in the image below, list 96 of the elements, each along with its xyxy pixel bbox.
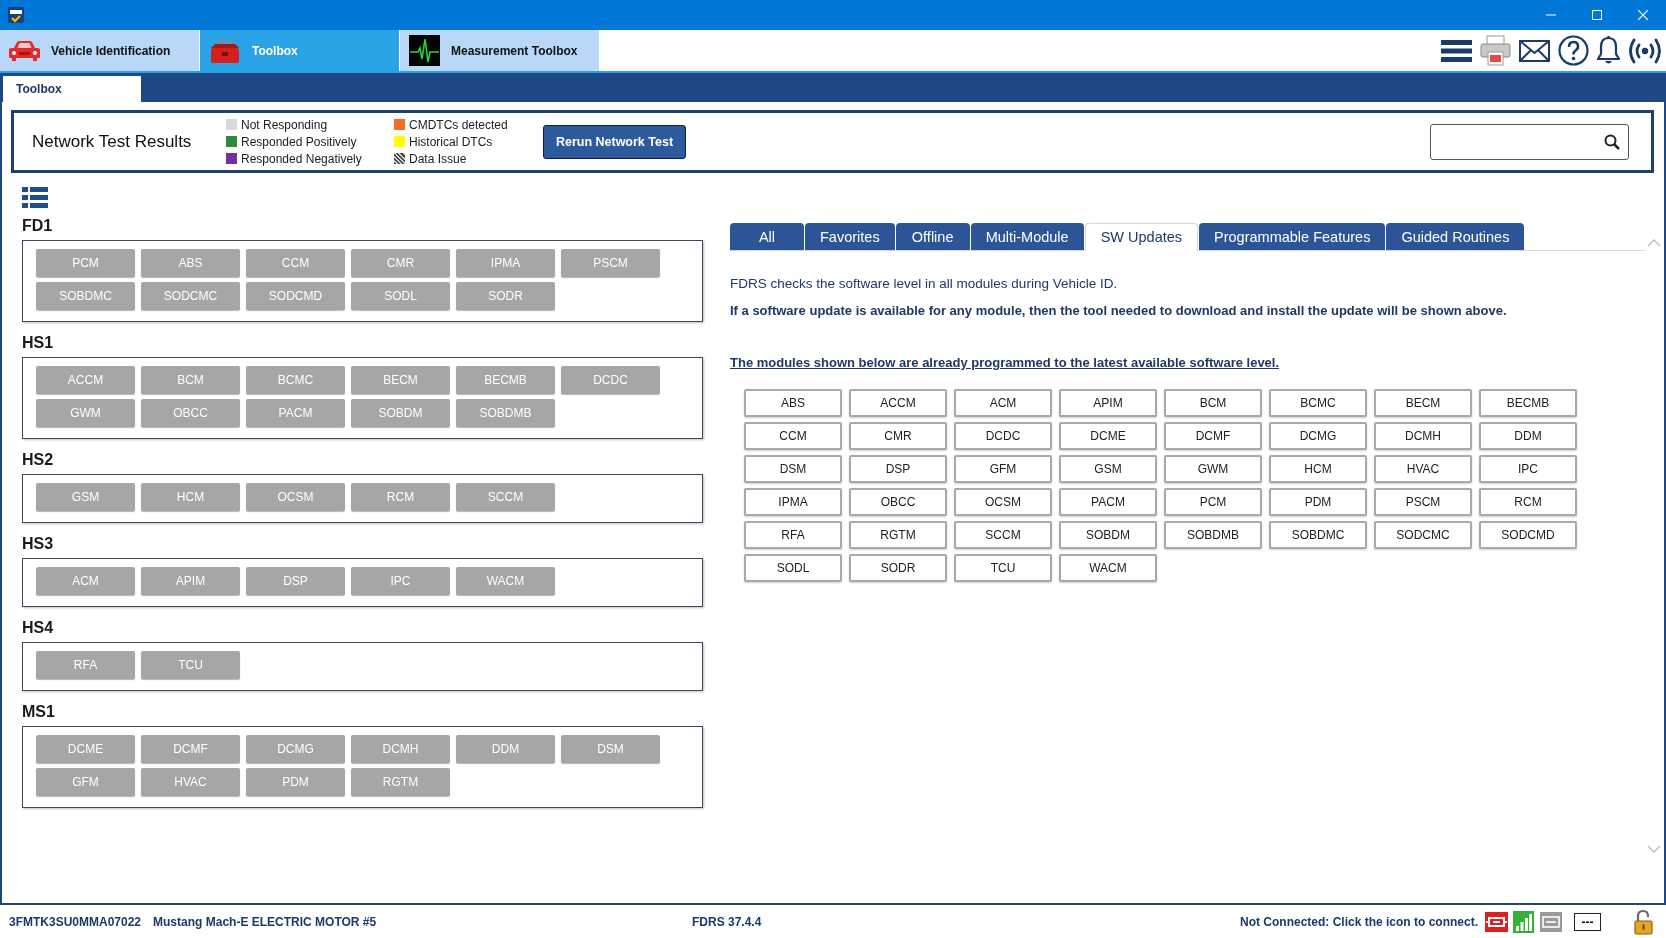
module-button[interactable]: GWM <box>1164 455 1262 483</box>
module-button[interactable]: IPMA <box>744 488 842 516</box>
app-tab[interactable]: Measurement Toolbox <box>400 30 600 71</box>
module-button[interactable]: ACM <box>954 389 1052 417</box>
module-button[interactable]: TCU <box>954 554 1052 582</box>
app-tab[interactable]: Vehicle Identification <box>0 30 200 71</box>
app-logo-icon <box>8 7 24 23</box>
module-button[interactable]: BCMC <box>1269 389 1367 417</box>
legend-label: Historical DTCs <box>409 134 493 149</box>
module-button[interactable]: CCM <box>744 422 842 450</box>
module-button[interactable]: APIM <box>1059 389 1157 417</box>
module-button[interactable]: PACM <box>1059 488 1157 516</box>
category-tab[interactable]: Favorites <box>805 223 895 250</box>
module-button[interactable]: GFM <box>954 455 1052 483</box>
module-button[interactable]: BECM <box>1374 389 1472 417</box>
module-button[interactable]: SOBDM <box>1059 521 1157 549</box>
module-button[interactable]: ABS <box>744 389 842 417</box>
module-button[interactable]: DSP <box>849 455 947 483</box>
module-button[interactable]: DCDC <box>954 422 1052 450</box>
group-label: HS3 <box>22 535 55 553</box>
broadcast-icon[interactable] <box>1628 36 1662 65</box>
printer-icon[interactable] <box>1480 35 1511 66</box>
panel-title: Network Test Results <box>31 131 193 152</box>
legend-label: Responded Negatively <box>241 151 362 166</box>
maximize-icon <box>1592 10 1602 20</box>
search-icon[interactable] <box>1604 133 1620 150</box>
menu-icon[interactable] <box>1441 39 1472 62</box>
notice-text: If a software update is available for any module, then the tool needed to download and install the update will be shown above. <box>730 302 1508 320</box>
help-icon[interactable] <box>1558 35 1589 66</box>
section-heading: The modules shown below are already programmed to the latest available software level. <box>730 354 1280 372</box>
module-button[interactable]: DDM <box>1479 422 1577 450</box>
toolbox-icon <box>209 37 241 64</box>
module-button[interactable]: DCMH <box>1374 422 1472 450</box>
module-button[interactable]: OCSM <box>954 488 1052 516</box>
padlock-icon[interactable] <box>1634 908 1653 935</box>
module-button[interactable]: DCMF <box>1164 422 1262 450</box>
category-tab[interactable]: Programmable Features <box>1199 223 1386 250</box>
category-tab[interactable]: Multi-Module <box>970 223 1084 250</box>
category-tab[interactable]: SW Updates <box>1084 223 1199 251</box>
module-button[interactable]: PDM <box>1269 488 1367 516</box>
module-button[interactable]: SCCM <box>954 521 1052 549</box>
group-label: FD1 <box>22 217 54 235</box>
status-indicator: --- <box>1574 912 1601 931</box>
module-button[interactable]: PCM <box>1164 488 1262 516</box>
module-button[interactable]: SODR <box>849 554 947 582</box>
group-label: MS1 <box>22 703 56 721</box>
connector-icon[interactable] <box>1485 911 1508 932</box>
module-button[interactable]: PSCM <box>1374 488 1472 516</box>
info-text: FDRS checks the software level in all modules during Vehicle ID. <box>730 275 1119 293</box>
app-version: FDRS 37.4.4 <box>692 914 762 929</box>
legend-swatch-icon <box>394 153 405 164</box>
module-button[interactable]: HCM <box>1269 455 1367 483</box>
module-button[interactable]: DSM <box>744 455 842 483</box>
close-icon <box>1638 10 1648 20</box>
vehicle-name: Mustang Mach-E ELECTRIC MOTOR #5 <box>153 914 377 929</box>
group-label: HS2 <box>22 451 55 469</box>
module-button[interactable]: DCME <box>1059 422 1157 450</box>
vin-text: 3FMTK3SU0MMA07022 <box>8 914 142 929</box>
module-button[interactable]: RCM <box>1479 488 1577 516</box>
connection-message: Not Connected: Click the icon to connect. <box>1240 914 1478 929</box>
device-icon <box>1540 911 1562 932</box>
car-icon <box>9 39 40 62</box>
search-field[interactable] <box>1430 123 1629 160</box>
module-button[interactable]: HVAC <box>1374 455 1472 483</box>
module-button[interactable]: BCM <box>1164 389 1262 417</box>
waveform-icon <box>409 35 440 66</box>
group-label: HS4 <box>22 619 55 637</box>
legend-label: Responded Positively <box>241 134 357 149</box>
module-button[interactable]: IPC <box>1479 455 1577 483</box>
group-label: HS1 <box>22 334 55 352</box>
category-tab[interactable]: All <box>730 223 804 250</box>
module-button[interactable]: SOBDMB <box>1164 521 1262 549</box>
signal-bars-icon <box>1513 910 1534 933</box>
module-button[interactable]: ACCM <box>849 389 947 417</box>
legend-label: CMDTCs detected <box>409 117 508 132</box>
module-button[interactable]: OBCC <box>849 488 947 516</box>
module-button[interactable]: RFA <box>744 521 842 549</box>
legend-label: Not Responding <box>241 117 328 132</box>
module-button[interactable]: SODL <box>744 554 842 582</box>
module-button[interactable]: RGTM <box>849 521 947 549</box>
module-button[interactable]: SODCMD <box>1479 521 1577 549</box>
category-tab[interactable]: Guided Routines <box>1386 223 1525 250</box>
list-view-icon[interactable] <box>22 187 48 208</box>
category-tab[interactable]: Offline <box>895 223 970 250</box>
module-button[interactable]: GSM <box>1059 455 1157 483</box>
bell-icon[interactable] <box>1597 35 1620 66</box>
rerun-network-test-button[interactable]: Rerun Network Test <box>543 124 686 159</box>
module-button[interactable]: SOBDMC <box>1269 521 1367 549</box>
module-button[interactable]: DCMG <box>1269 422 1367 450</box>
module-button[interactable]: SODCMC <box>1374 521 1472 549</box>
legend-label: Data Issue <box>409 151 467 166</box>
module-button[interactable]: BECMB <box>1479 389 1577 417</box>
sub-tab[interactable]: Toolbox <box>3 76 141 102</box>
module-button[interactable]: CMR <box>849 422 947 450</box>
mail-icon[interactable] <box>1519 39 1550 62</box>
module-button[interactable]: WACM <box>1059 554 1157 582</box>
